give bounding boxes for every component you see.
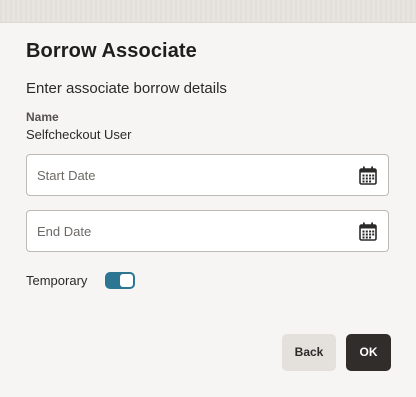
calendar-icon[interactable]	[359, 222, 377, 241]
dialog-title: Borrow Associate	[26, 40, 197, 62]
background-header-band	[0, 0, 416, 23]
dialog-subtitle: Enter associate borrow details	[26, 80, 227, 97]
temporary-label: Temporary	[26, 273, 88, 288]
toggle-knob	[120, 274, 133, 287]
name-label: Name	[26, 110, 59, 124]
temporary-toggle[interactable]	[105, 272, 135, 289]
end-date-field[interactable]: End Date	[26, 210, 389, 252]
end-date-placeholder: End Date	[37, 224, 92, 239]
name-value: Selfcheckout User	[26, 127, 132, 142]
ok-button[interactable]: OK	[346, 334, 391, 371]
borrow-associate-dialog: Borrow Associate Enter associate borrow …	[0, 23, 416, 397]
calendar-icon[interactable]	[359, 166, 377, 185]
start-date-field[interactable]: Start Date	[26, 154, 389, 196]
start-date-placeholder: Start Date	[37, 168, 96, 183]
back-button[interactable]: Back	[282, 334, 336, 371]
